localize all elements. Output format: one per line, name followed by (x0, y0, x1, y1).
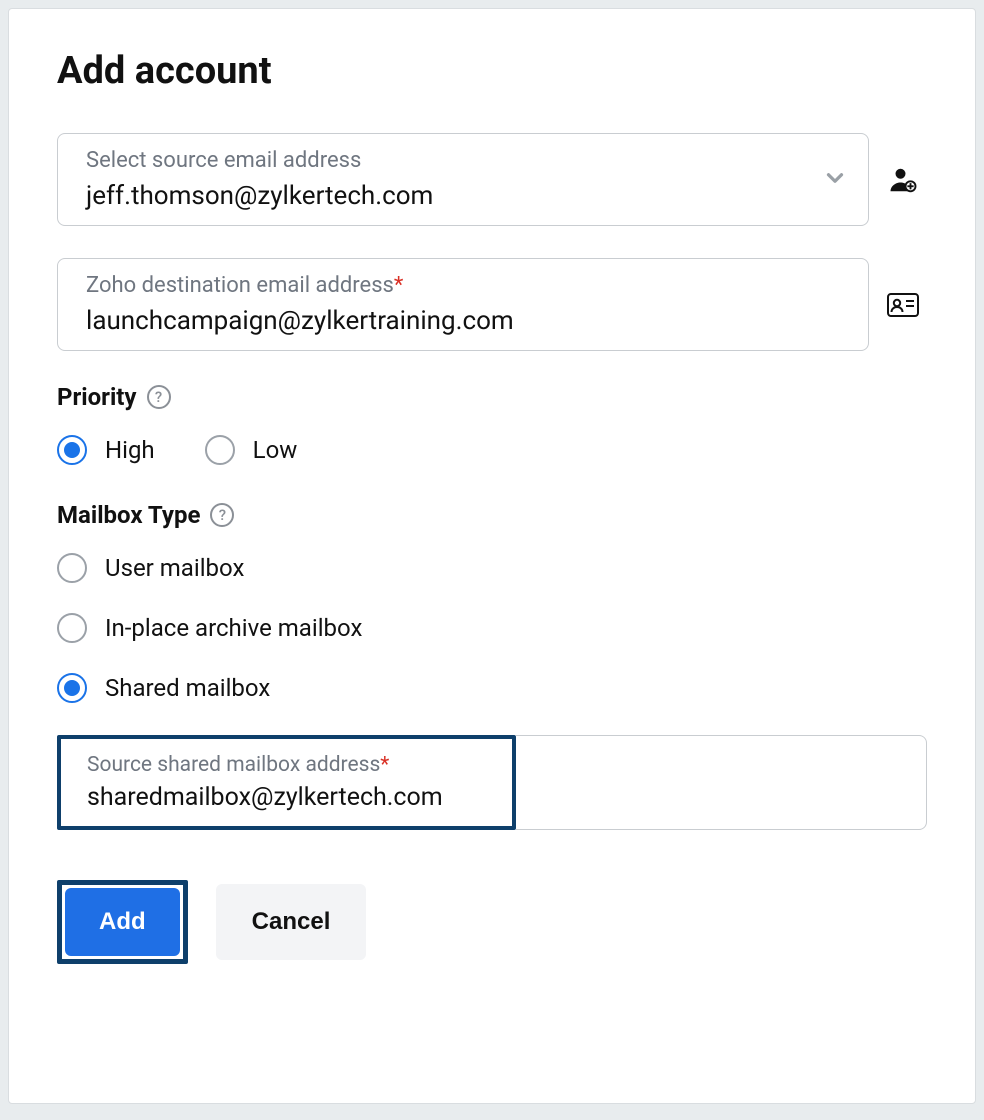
priority-radio-group: High Low (57, 435, 927, 465)
mailbox-option-shared[interactable]: Shared mailbox (57, 673, 927, 703)
radio-label: In-place archive mailbox (105, 614, 362, 642)
radio-icon (57, 673, 87, 703)
mailbox-type-label: Mailbox Type ? (57, 501, 927, 529)
add-account-panel: Add account Select source email address … (8, 8, 976, 1104)
page-title: Add account (57, 49, 927, 93)
shared-source-label: Source shared mailbox address* (87, 753, 490, 777)
radio-icon (57, 553, 87, 583)
highlight-box: Add (57, 880, 188, 964)
button-row: Add Cancel (57, 880, 927, 964)
radio-label: High (105, 436, 155, 464)
shared-source-row: Source shared mailbox address* sharedmai… (57, 735, 927, 830)
shared-source-value: sharedmailbox@zylkertech.com (87, 783, 490, 812)
destination-email-value: launchcampaign@zylkertraining.com (86, 306, 818, 336)
priority-option-high[interactable]: High (57, 435, 155, 465)
priority-option-low[interactable]: Low (205, 435, 298, 465)
add-button[interactable]: Add (65, 888, 180, 956)
destination-email-label: Zoho destination email address* (86, 273, 818, 298)
help-icon[interactable]: ? (147, 385, 171, 409)
destination-email-input[interactable]: Zoho destination email address* launchca… (57, 258, 869, 351)
contact-card-icon[interactable] (879, 289, 927, 321)
radio-label: Low (253, 436, 298, 464)
radio-label: Shared mailbox (105, 674, 270, 702)
radio-icon (57, 435, 87, 465)
highlight-box: Source shared mailbox address* sharedmai… (57, 735, 516, 830)
chevron-down-icon (822, 165, 848, 195)
source-email-select[interactable]: Select source email address jeff.thomson… (57, 133, 869, 226)
mailbox-option-archive[interactable]: In-place archive mailbox (57, 613, 927, 643)
destination-email-row: Zoho destination email address* launchca… (57, 258, 927, 351)
add-user-icon[interactable] (879, 165, 927, 195)
source-email-value: jeff.thomson@zylkertech.com (86, 181, 818, 211)
shared-source-extension (516, 735, 927, 830)
mailbox-option-user[interactable]: User mailbox (57, 553, 927, 583)
cancel-button[interactable]: Cancel (216, 884, 367, 960)
priority-label: Priority ? (57, 383, 927, 411)
radio-icon (57, 613, 87, 643)
help-icon[interactable]: ? (210, 503, 234, 527)
radio-label: User mailbox (105, 554, 244, 582)
mailbox-type-radio-group: User mailbox In-place archive mailbox Sh… (57, 553, 927, 703)
source-email-row: Select source email address jeff.thomson… (57, 133, 927, 226)
source-email-label: Select source email address (86, 148, 818, 173)
radio-icon (205, 435, 235, 465)
shared-source-input[interactable]: Source shared mailbox address* sharedmai… (63, 741, 510, 824)
